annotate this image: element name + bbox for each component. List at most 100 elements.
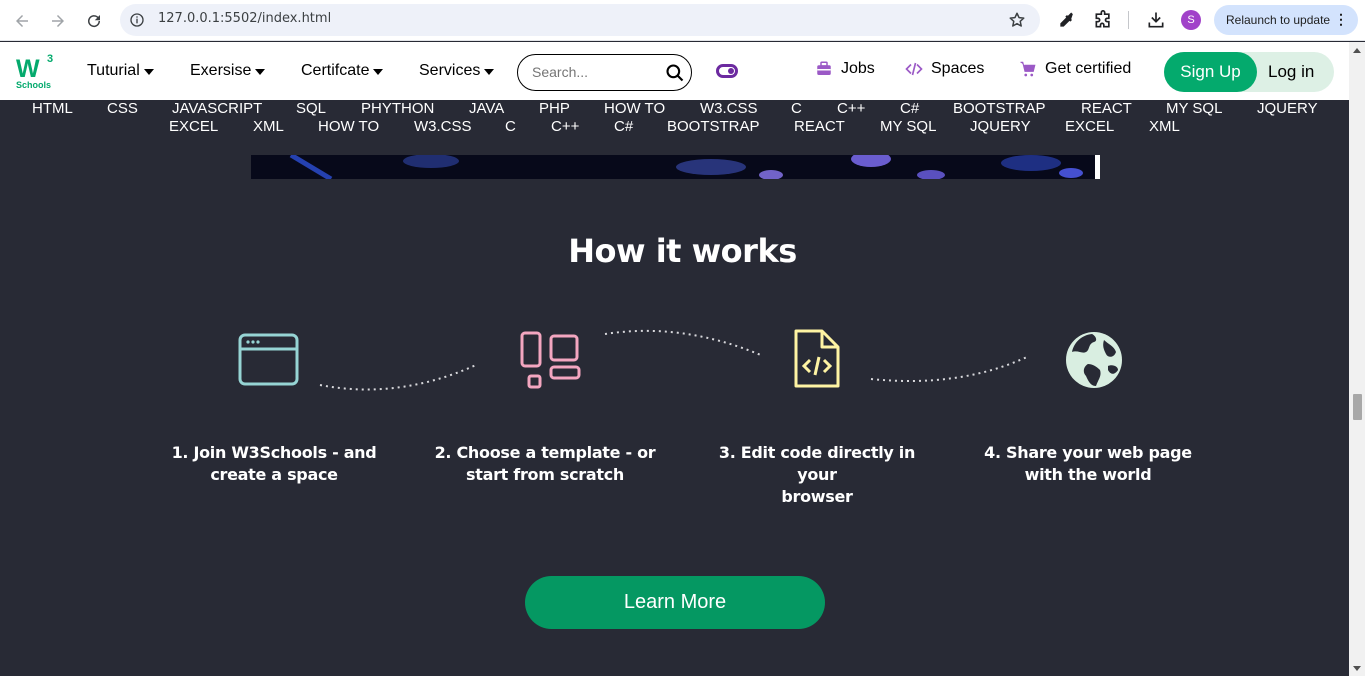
hero-image-graphic: [289, 155, 1083, 179]
relaunch-button[interactable]: Relaunch to update ⋮: [1214, 5, 1358, 35]
jobs-label: Jobs: [841, 60, 875, 77]
learn-more-button[interactable]: Learn More: [525, 576, 825, 629]
scrollbar-thumb[interactable]: [1353, 394, 1362, 420]
sign-up-button[interactable]: Sign Up: [1164, 52, 1257, 92]
browser-window-icon: [238, 333, 299, 386]
menu-label: Certifcate: [301, 62, 370, 79]
step-line: 2. Choose a template - or: [434, 443, 656, 462]
spaces-link[interactable]: Spaces: [905, 60, 984, 78]
topic-link[interactable]: JAVASCRIPT: [172, 100, 262, 117]
logo-subtitle: Schools: [16, 80, 52, 90]
eyedropper-icon[interactable]: [1057, 10, 1077, 30]
topic-link[interactable]: HOW TO: [604, 100, 665, 117]
scroll-up-arrow-icon[interactable]: [1353, 48, 1361, 53]
topic-link[interactable]: REACT: [1081, 100, 1132, 117]
reload-button[interactable]: [82, 9, 106, 33]
download-icon[interactable]: [1146, 10, 1166, 30]
topic-link[interactable]: W3.CSS: [414, 118, 472, 135]
topic-link[interactable]: CSS: [107, 100, 138, 117]
menu-exercise[interactable]: Exersise: [190, 62, 266, 80]
more-menu-icon[interactable]: ⋮: [1334, 11, 1348, 28]
caret-down-icon: [373, 69, 384, 75]
forward-button[interactable]: [46, 9, 70, 33]
dark-mode-toggle[interactable]: [716, 64, 738, 78]
topic-link[interactable]: C#: [614, 118, 633, 135]
hero-image-border: [1095, 155, 1100, 179]
step-line: 1. Join W3Schools - and: [171, 443, 377, 462]
topic-link[interactable]: EXCEL: [169, 118, 218, 135]
extensions-puzzle-icon[interactable]: [1093, 10, 1113, 30]
search-icon[interactable]: [665, 63, 685, 83]
topic-link[interactable]: C: [505, 118, 516, 135]
log-in-button[interactable]: Log in: [1268, 62, 1314, 82]
site-header: W 3 Schools Tuturial Exersise Certifcate…: [0, 42, 1349, 100]
section-title: How it works: [568, 232, 797, 270]
menu-label: Tuturial: [87, 62, 140, 79]
topic-link[interactable]: SQL: [296, 100, 326, 117]
topics-nav: HTML CSS JAVASCRIPT SQL PHYTHON JAVA PHP…: [0, 100, 1349, 136]
caret-down-icon: [255, 69, 266, 75]
step-4-text: 4. Share your web page with the world: [968, 442, 1208, 486]
spaces-label: Spaces: [931, 60, 985, 77]
menu-tutorial[interactable]: Tuturial: [87, 62, 154, 80]
topic-link[interactable]: PHP: [539, 100, 570, 117]
auth-group: Sign Up Log in: [1164, 52, 1334, 92]
search-box[interactable]: [517, 54, 692, 91]
caret-down-icon: [484, 69, 495, 75]
step-3-text: 3. Edit code directly in your browser: [697, 442, 937, 508]
address-bar[interactable]: 127.0.0.1:5502/index.html: [120, 4, 1040, 36]
topic-link[interactable]: REACT: [794, 118, 845, 135]
topic-link[interactable]: HOW TO: [318, 118, 379, 135]
topic-link[interactable]: XML: [253, 118, 284, 135]
topic-link[interactable]: C: [791, 100, 802, 117]
topic-link[interactable]: MY SQL: [1166, 100, 1222, 117]
code-brackets-icon: [905, 62, 923, 76]
back-button[interactable]: [10, 9, 34, 33]
topic-link[interactable]: BOOTSTRAP: [953, 100, 1046, 117]
topic-link[interactable]: PHYTHON: [361, 100, 434, 117]
step-line: 3. Edit code directly in your: [718, 443, 916, 484]
menu-certificate[interactable]: Certifcate: [301, 62, 384, 80]
search-input[interactable]: [532, 64, 662, 80]
topic-link[interactable]: JQUERY: [970, 118, 1031, 135]
info-icon[interactable]: [129, 12, 145, 28]
get-certified-label: Get certified: [1045, 60, 1132, 77]
step-line: create a space: [210, 465, 338, 484]
topic-link[interactable]: XML: [1149, 118, 1180, 135]
logo-superscript: 3: [47, 53, 54, 65]
jobs-link[interactable]: Jobs: [815, 60, 875, 78]
reload-icon: [88, 15, 101, 28]
step-1-text: 1. Join W3Schools - and create a space: [154, 442, 394, 486]
topic-link[interactable]: BOOTSTRAP: [667, 118, 760, 135]
topic-link[interactable]: C#: [900, 100, 919, 117]
step-connector: [870, 356, 1028, 383]
bookmark-star-icon[interactable]: [1008, 11, 1026, 29]
cart-icon: [1020, 61, 1036, 77]
topic-link[interactable]: EXCEL: [1065, 118, 1114, 135]
menu-label: Services: [419, 62, 481, 79]
globe-icon: [1066, 332, 1122, 388]
step-line: with the world: [1024, 465, 1152, 484]
profile-avatar[interactable]: S: [1181, 10, 1201, 30]
topic-link[interactable]: C++: [551, 118, 579, 135]
browser-toolbar: 127.0.0.1:5502/index.html S Relaunch to …: [0, 0, 1365, 41]
topic-link[interactable]: C++: [837, 100, 865, 117]
w3schools-logo[interactable]: W 3 Schools: [14, 53, 58, 91]
get-certified-link[interactable]: Get certified: [1019, 60, 1131, 78]
menu-services[interactable]: Services: [419, 62, 495, 80]
relaunch-label: Relaunch to update: [1226, 13, 1331, 27]
topic-link[interactable]: JQUERY: [1257, 100, 1318, 117]
step-line: 4. Share your web page: [984, 443, 1192, 462]
topic-link[interactable]: W3.CSS: [700, 100, 758, 117]
caret-down-icon: [143, 69, 154, 75]
topic-link[interactable]: JAVA: [469, 100, 504, 117]
topic-link[interactable]: HTML: [32, 100, 73, 117]
briefcase-icon: [817, 61, 831, 75]
topic-link[interactable]: MY SQL: [880, 118, 936, 135]
scroll-down-arrow-icon[interactable]: [1353, 666, 1361, 671]
arrow-left-icon: [16, 15, 28, 27]
step-connector: [604, 329, 764, 357]
page-scrollbar[interactable]: [1349, 42, 1365, 676]
layout-template-icon: [520, 331, 581, 389]
url-text: 127.0.0.1:5502/index.html: [158, 11, 332, 26]
